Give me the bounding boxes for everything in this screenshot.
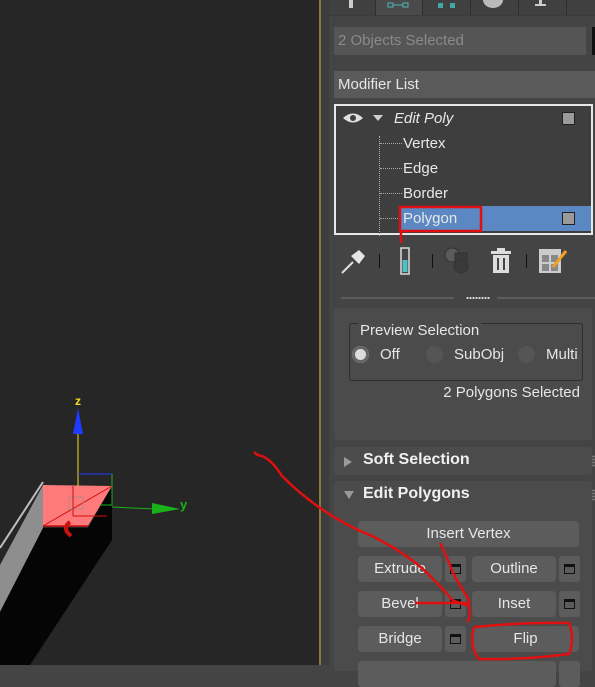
tab-create[interactable]: [329, 0, 376, 15]
toolbar-separator: [379, 254, 380, 268]
subobject-vertex[interactable]: Vertex: [336, 131, 591, 156]
settings-icon: [450, 634, 461, 644]
create-icon: [349, 0, 353, 8]
subobject-label: Border: [403, 185, 449, 202]
toolbar-separator: [526, 254, 527, 268]
display-icon: [535, 0, 546, 6]
tree-branch: [380, 193, 402, 194]
modifier-name: Edit Poly: [394, 110, 454, 127]
make-unique-icon[interactable]: [443, 246, 475, 276]
radio-subobj[interactable]: [426, 346, 443, 363]
outline-settings-button[interactable]: [559, 556, 580, 582]
y-axis-line: [111, 506, 156, 510]
gizmo-plane-blue: [78, 473, 113, 486]
modifier-stack: Edit Poly Vertex Edge Border Polygon: [334, 104, 593, 236]
bridge-settings-button[interactable]: [445, 626, 466, 652]
subobject-border[interactable]: Border: [336, 181, 591, 206]
soft-selection-title: Soft Selection: [363, 451, 470, 468]
subobject-label: Edge: [403, 160, 439, 177]
bridge-button[interactable]: Bridge: [358, 626, 442, 652]
tab-display[interactable]: [519, 0, 567, 15]
selection-rollout: Preview Selection Off SubObj Multi 2 Pol…: [334, 308, 592, 440]
toolbar-separator: [432, 254, 433, 268]
configure-modifier-sets-icon[interactable]: [537, 245, 569, 277]
settings-icon: [450, 599, 461, 609]
command-panel: 2 Objects Selected Modifier List Edit Po…: [329, 0, 595, 687]
bevel-settings-button[interactable]: [445, 591, 466, 617]
tree-branch: [380, 143, 402, 144]
z-axis-arrow[interactable]: [73, 408, 83, 434]
collapsed-triangle-icon: [344, 457, 352, 467]
tab-modify[interactable]: [376, 0, 423, 15]
splitter-left: [341, 297, 454, 299]
expand-triangle-icon[interactable]: [373, 115, 383, 122]
stack-item-edit-poly[interactable]: Edit Poly: [336, 106, 591, 131]
tab-utilities[interactable]: [567, 0, 595, 15]
command-panel-tabs: [329, 0, 595, 16]
settings-icon: [564, 599, 575, 609]
inset-button[interactable]: Inset: [472, 591, 556, 617]
settings-icon: [564, 564, 575, 574]
radio-off-label[interactable]: Off: [380, 346, 400, 363]
remove-modifier-icon[interactable]: [489, 246, 513, 276]
tab-hierarchy[interactable]: [423, 0, 471, 15]
settings-icon: [450, 564, 461, 574]
panel-gutter: [321, 0, 329, 665]
preview-selection-title: Preview Selection: [358, 322, 482, 340]
show-end-result-icon[interactable]: [399, 246, 413, 276]
inset-settings-button[interactable]: [559, 591, 580, 617]
modifier-list-dropdown[interactable]: Modifier List: [334, 71, 595, 98]
radio-multi-label[interactable]: Multi: [546, 346, 578, 363]
flip-button[interactable]: Flip: [472, 626, 579, 652]
splitter-right: [497, 297, 595, 299]
radio-subobj-label[interactable]: SubObj: [454, 346, 504, 363]
y-axis-label: y: [180, 497, 188, 512]
panel-splitter-handle[interactable]: [466, 296, 490, 300]
z-axis-label: z: [75, 394, 81, 408]
y-axis-arrow[interactable]: [152, 503, 180, 514]
soft-selection-header[interactable]: Soft Selection: [334, 447, 595, 475]
motion-icon: [483, 0, 503, 8]
radio-multi[interactable]: [518, 346, 535, 363]
subobject-edge[interactable]: Edge: [336, 156, 591, 181]
extrude-button[interactable]: Extrude: [358, 556, 442, 582]
subobject-checkbox[interactable]: [562, 212, 575, 225]
modifier-enable-checkbox[interactable]: [562, 112, 575, 125]
outline-button[interactable]: Outline: [472, 556, 556, 582]
selection-status-text: 2 Polygons Selected: [443, 384, 580, 401]
tree-branch: [380, 168, 402, 169]
viewport[interactable]: z y: [0, 0, 319, 665]
viewport-scene: z y: [0, 394, 188, 665]
edit-polygons-rollout: Edit Polygons Insert Vertex Extrude Outl…: [334, 481, 595, 687]
subobject-polygon[interactable]: Polygon: [400, 206, 591, 231]
expanded-triangle-icon: [344, 491, 354, 499]
tab-motion[interactable]: [471, 0, 519, 15]
edit-polygons-title: Edit Polygons: [363, 485, 470, 502]
bevel-button[interactable]: Bevel: [358, 591, 442, 617]
extrude-settings-button[interactable]: [445, 556, 466, 582]
subobject-label: Polygon: [403, 210, 458, 227]
subobject-label: Vertex: [403, 135, 446, 152]
insert-vertex-button[interactable]: Insert Vertex: [358, 521, 579, 547]
hierarchy-icon: [438, 3, 455, 8]
tree-branch: [380, 218, 400, 219]
object-name-field[interactable]: 2 Objects Selected: [334, 27, 586, 55]
radio-off[interactable]: [352, 346, 369, 363]
eye-icon[interactable]: [342, 111, 364, 125]
modify-icon: [387, 2, 409, 8]
pin-stack-icon[interactable]: [339, 246, 369, 276]
